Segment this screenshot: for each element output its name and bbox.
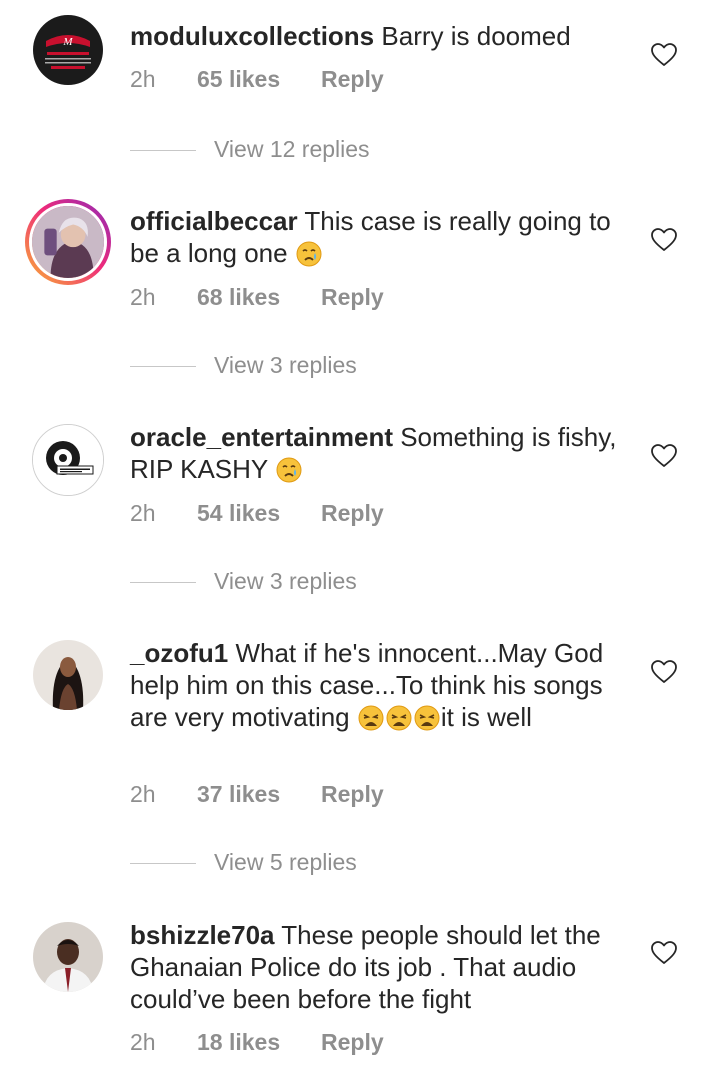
like-heart-icon[interactable] <box>651 660 677 684</box>
comment-username[interactable]: bshizzle70a <box>130 920 275 950</box>
comment-text: officialbeccar This case is really going… <box>130 205 630 269</box>
view-replies-label: View 12 replies <box>214 136 370 162</box>
divider-line <box>130 582 196 584</box>
reply-button[interactable]: Reply <box>321 1027 384 1057</box>
comment-meta: 2h 54 likes Reply <box>130 498 384 528</box>
comment-likes[interactable]: 54 likes <box>197 498 321 528</box>
comment-username[interactable]: oracle_entertainment <box>130 422 393 452</box>
crying-face-icon <box>295 241 322 267</box>
view-replies-label: View 5 replies <box>214 849 357 875</box>
comment-username[interactable]: officialbeccar <box>130 206 298 236</box>
reply-button[interactable]: Reply <box>321 282 384 312</box>
comment-body-end: it is well <box>440 702 532 732</box>
view-replies-label: View 3 replies <box>214 568 357 594</box>
profile-photo-avatar[interactable] <box>33 640 103 710</box>
divider-line <box>130 150 196 152</box>
comment-time: 2h <box>130 284 156 310</box>
reply-button[interactable]: Reply <box>321 64 384 94</box>
like-heart-icon[interactable] <box>651 228 677 252</box>
reply-button[interactable]: Reply <box>321 779 384 809</box>
weary-face-icon <box>358 705 384 731</box>
comment-text: moduluxcollections Barry is doomed <box>130 20 630 52</box>
crying-face-icon <box>276 457 302 483</box>
weary-face-icon <box>414 705 440 731</box>
comment-likes[interactable]: 65 likes <box>197 64 321 94</box>
divider-line <box>130 863 196 865</box>
comment-time: 2h <box>130 66 156 92</box>
oracle-logo-avatar[interactable] <box>32 424 104 496</box>
comment-likes[interactable]: 18 likes <box>197 1027 321 1057</box>
view-replies-label: View 3 replies <box>214 352 357 378</box>
svg-text:M: M <box>62 36 73 48</box>
comment-time: 2h <box>130 1029 156 1055</box>
comment-likes[interactable]: 37 likes <box>197 779 321 809</box>
comment-text: bshizzle70a These people should let the … <box>130 919 630 1015</box>
modulux-logo-avatar[interactable]: M <box>33 15 103 85</box>
comment-username[interactable]: moduluxcollections <box>130 21 374 51</box>
comment-text: oracle_entertainment Something is fishy,… <box>130 421 630 485</box>
comment-likes[interactable]: 68 likes <box>197 282 321 312</box>
view-replies-button[interactable]: View 3 replies <box>130 566 357 596</box>
profile-photo-avatar[interactable] <box>25 199 111 285</box>
comment-meta: 2h 18 likes Reply <box>130 1027 384 1057</box>
view-replies-button[interactable]: View 12 replies <box>130 134 370 164</box>
comment-meta: 2h 37 likes Reply <box>130 779 384 809</box>
reply-button[interactable]: Reply <box>321 498 384 528</box>
comment-time: 2h <box>130 500 156 526</box>
view-replies-button[interactable]: View 5 replies <box>130 847 357 877</box>
like-heart-icon[interactable] <box>651 43 677 67</box>
like-heart-icon[interactable] <box>651 941 677 965</box>
divider-line <box>130 366 196 368</box>
view-replies-button[interactable]: View 3 replies <box>130 350 357 380</box>
comment-username[interactable]: _ozofu1 <box>130 638 228 668</box>
profile-photo-avatar[interactable] <box>33 922 103 992</box>
weary-face-icon <box>386 705 412 731</box>
comment-body: Barry is doomed <box>381 21 571 51</box>
comment-text: _ozofu1 What if he's innocent...May God … <box>130 637 630 733</box>
comment-meta: 2h 68 likes Reply <box>130 282 384 312</box>
like-heart-icon[interactable] <box>651 444 677 468</box>
comment-meta: 2h 65 likes Reply <box>130 64 384 94</box>
comment-time: 2h <box>130 781 156 807</box>
